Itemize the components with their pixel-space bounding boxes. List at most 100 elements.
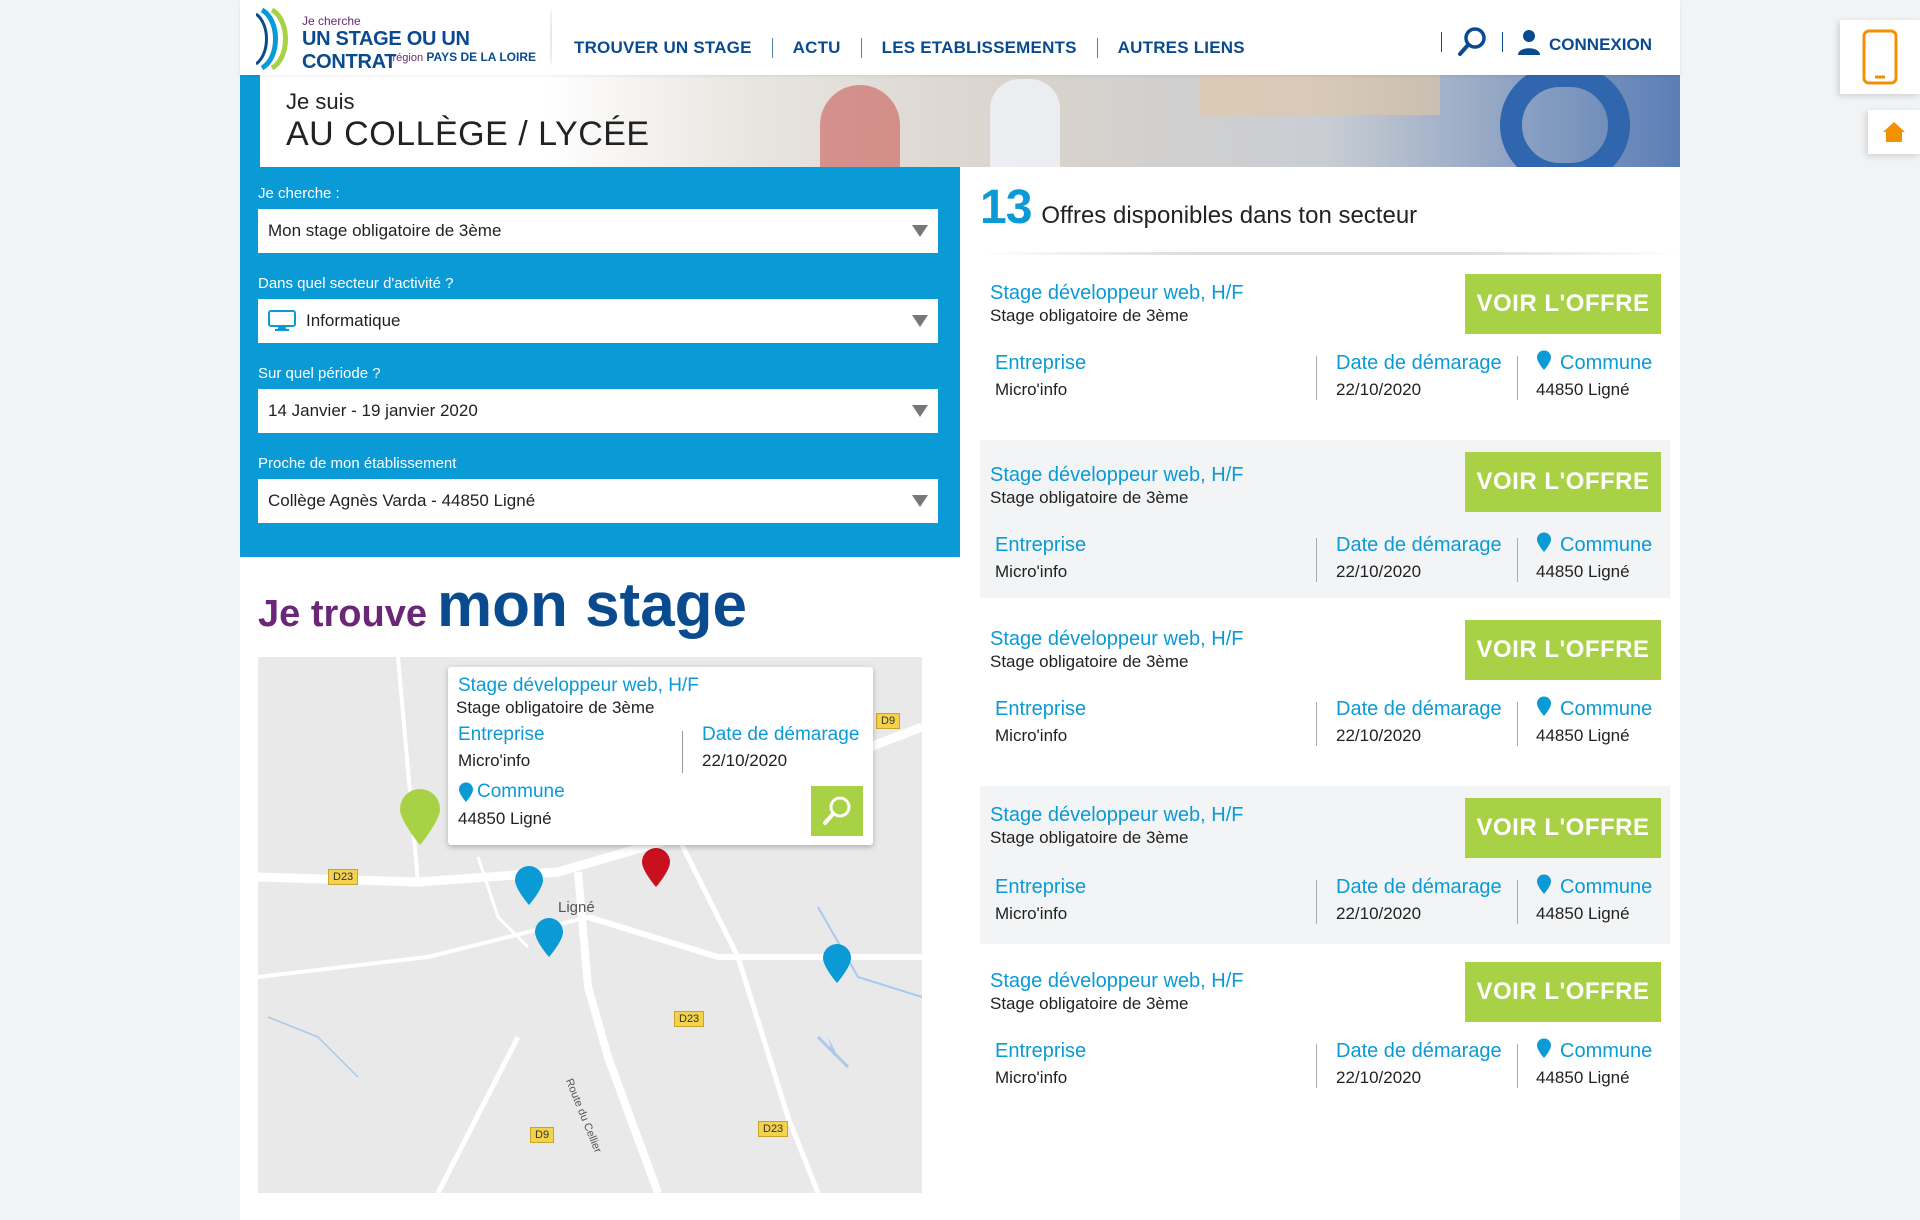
offer-divider bbox=[1517, 356, 1518, 400]
nav-etablissements[interactable]: LES ETABLISSEMENTS bbox=[882, 38, 1077, 58]
popup-commune-value: 44850 Ligné bbox=[458, 809, 552, 828]
map-marker[interactable] bbox=[822, 943, 852, 988]
select-value: 14 Janvier - 19 janvier 2020 bbox=[268, 401, 478, 420]
select-cherche[interactable]: Mon stage obligatoire de 3ème bbox=[258, 209, 938, 253]
popup-entreprise-label: Entreprise bbox=[458, 724, 545, 745]
voir-offre-button[interactable]: VOIR L'OFFRE bbox=[1465, 620, 1661, 680]
road-label: D23 bbox=[758, 1121, 789, 1137]
offer-title[interactable]: Stage développeur web, H/F bbox=[990, 804, 1244, 827]
caret-down-icon bbox=[912, 315, 928, 327]
nav-trouver-un-stage[interactable]: TROUVER UN STAGE bbox=[574, 38, 752, 58]
mobile-app-widget[interactable] bbox=[1840, 20, 1920, 94]
voir-offre-button[interactable]: VOIR L'OFFRE bbox=[1465, 798, 1661, 858]
offer-commune-value: 44850 Ligné bbox=[1536, 562, 1630, 581]
offer-divider bbox=[1316, 702, 1317, 746]
popup-divider bbox=[682, 731, 683, 773]
offer-commune-label-text: Commune bbox=[1560, 534, 1653, 556]
select-periode[interactable]: 14 Janvier - 19 janvier 2020 bbox=[258, 389, 938, 433]
map-marker[interactable] bbox=[534, 917, 564, 962]
offer-divider bbox=[1517, 1044, 1518, 1088]
offer-entreprise-label: Entreprise bbox=[995, 1040, 1087, 1062]
offers-header-rule bbox=[980, 252, 1680, 255]
site-logo[interactable]: Je cherche UN STAGE OU UN CONTRAT région… bbox=[256, 8, 556, 73]
banner-je-suis: Je suis bbox=[286, 89, 355, 114]
offers-count: 13 bbox=[980, 181, 1032, 234]
offer-commune-label-text: Commune bbox=[1560, 1040, 1653, 1062]
offer-divider bbox=[1517, 702, 1518, 746]
popup-date-label: Date de démarage bbox=[702, 724, 860, 745]
pin-icon bbox=[1536, 1038, 1552, 1058]
offer-title[interactable]: Stage développeur web, H/F bbox=[990, 282, 1244, 305]
popup-commune-label: Commune bbox=[458, 781, 565, 803]
offer-subtitle: Stage obligatoire de 3ème bbox=[990, 994, 1189, 1013]
road-label: D23 bbox=[328, 869, 359, 885]
map-popup: Stage développeur web, H/F Stage obligat… bbox=[448, 667, 873, 845]
header-separator bbox=[1502, 32, 1504, 52]
map-marker[interactable] bbox=[514, 865, 544, 910]
home-widget[interactable] bbox=[1868, 110, 1920, 154]
offer-date-label: Date de démarage bbox=[1336, 698, 1502, 720]
road-label: D23 bbox=[674, 1011, 705, 1027]
popup-view-button[interactable] bbox=[811, 786, 863, 836]
offer-card: Stage développeur web, H/F Stage obligat… bbox=[980, 954, 1670, 1112]
offer-subtitle: Stage obligatoire de 3ème bbox=[990, 306, 1189, 325]
nav-separator bbox=[860, 38, 862, 58]
phone-icon bbox=[1862, 29, 1898, 85]
offer-title[interactable]: Stage développeur web, H/F bbox=[990, 628, 1244, 651]
search-icon[interactable] bbox=[1456, 26, 1488, 58]
voir-offre-button[interactable]: VOIR L'OFFRE bbox=[1465, 962, 1661, 1022]
voir-offre-button[interactable]: VOIR L'OFFRE bbox=[1465, 274, 1661, 334]
map-marker-school[interactable] bbox=[641, 847, 671, 892]
offer-commune-label-text: Commune bbox=[1560, 876, 1653, 898]
voir-offre-button[interactable]: VOIR L'OFFRE bbox=[1465, 452, 1661, 512]
site-header: Je cherche UN STAGE OU UN CONTRAT région… bbox=[240, 0, 1680, 75]
main-nav: TROUVER UN STAGE ACTU LES ETABLISSEMENTS… bbox=[574, 38, 1245, 58]
offer-date-label: Date de démarage bbox=[1336, 352, 1502, 374]
offer-title[interactable]: Stage développeur web, H/F bbox=[990, 464, 1244, 487]
banner-photo-shape bbox=[990, 79, 1060, 167]
nav-separator bbox=[1096, 38, 1098, 58]
nav-actu[interactable]: ACTU bbox=[793, 38, 841, 58]
banner-title: AU COLLÈGE / LYCÉE bbox=[286, 115, 650, 153]
monitor-icon bbox=[268, 310, 296, 332]
road-label: D9 bbox=[530, 1127, 555, 1143]
offer-commune-label: Commune bbox=[1536, 350, 1653, 375]
offer-subtitle: Stage obligatoire de 3ème bbox=[990, 488, 1189, 507]
offer-card: Stage développeur web, H/F Stage obligat… bbox=[980, 786, 1670, 944]
search-icon bbox=[821, 795, 853, 827]
road-label: D9 bbox=[876, 713, 901, 729]
select-etablissement[interactable]: Collège Agnès Varda - 44850 Ligné bbox=[258, 479, 938, 523]
offer-commune-label: Commune bbox=[1536, 874, 1653, 899]
caret-down-icon bbox=[912, 225, 928, 237]
offer-entreprise-label: Entreprise bbox=[995, 534, 1087, 556]
offer-divider bbox=[1316, 880, 1317, 924]
pin-icon bbox=[1536, 874, 1552, 894]
offer-commune-label-text: Commune bbox=[1560, 698, 1653, 720]
popup-date-value: 22/10/2020 bbox=[702, 751, 788, 770]
banner-photo-shape bbox=[1500, 75, 1630, 167]
logo-region: région PAYS DE LA LOIRE bbox=[393, 50, 537, 64]
pin-icon bbox=[1536, 532, 1552, 552]
offer-date-label: Date de démarage bbox=[1336, 534, 1502, 556]
banner-accent bbox=[240, 75, 260, 167]
offers-map[interactable]: D23 D23 D23 D9 D9 D9 Ligné Route du Cell… bbox=[258, 657, 922, 1193]
offer-entreprise-label: Entreprise bbox=[995, 698, 1087, 720]
offer-date-value: 22/10/2020 bbox=[1336, 726, 1422, 745]
offer-date-label: Date de démarage bbox=[1336, 876, 1502, 898]
offer-title[interactable]: Stage développeur web, H/F bbox=[990, 970, 1244, 993]
field-label-cherche: Je cherche : bbox=[258, 185, 340, 202]
logo-tagline: Je cherche bbox=[302, 14, 361, 28]
hero-banner: Je suis AU COLLÈGE / LYCÉE bbox=[260, 75, 1680, 167]
select-secteur[interactable]: Informatique bbox=[258, 299, 938, 343]
select-value: Collège Agnès Varda - 44850 Ligné bbox=[268, 491, 536, 510]
offer-divider bbox=[1316, 538, 1317, 582]
offer-commune-label-text: Commune bbox=[1560, 352, 1653, 374]
map-marker-selected[interactable] bbox=[398, 787, 442, 850]
offer-entreprise-label: Entreprise bbox=[995, 876, 1087, 898]
connexion-link[interactable]: CONNEXION bbox=[1517, 29, 1652, 55]
popup-title[interactable]: Stage développeur web, H/F bbox=[458, 675, 699, 697]
offer-subtitle: Stage obligatoire de 3ème bbox=[990, 652, 1189, 671]
nav-autres-liens[interactable]: AUTRES LIENS bbox=[1118, 38, 1245, 58]
connexion-label: CONNEXION bbox=[1549, 35, 1652, 54]
offer-commune-label: Commune bbox=[1536, 1038, 1653, 1063]
